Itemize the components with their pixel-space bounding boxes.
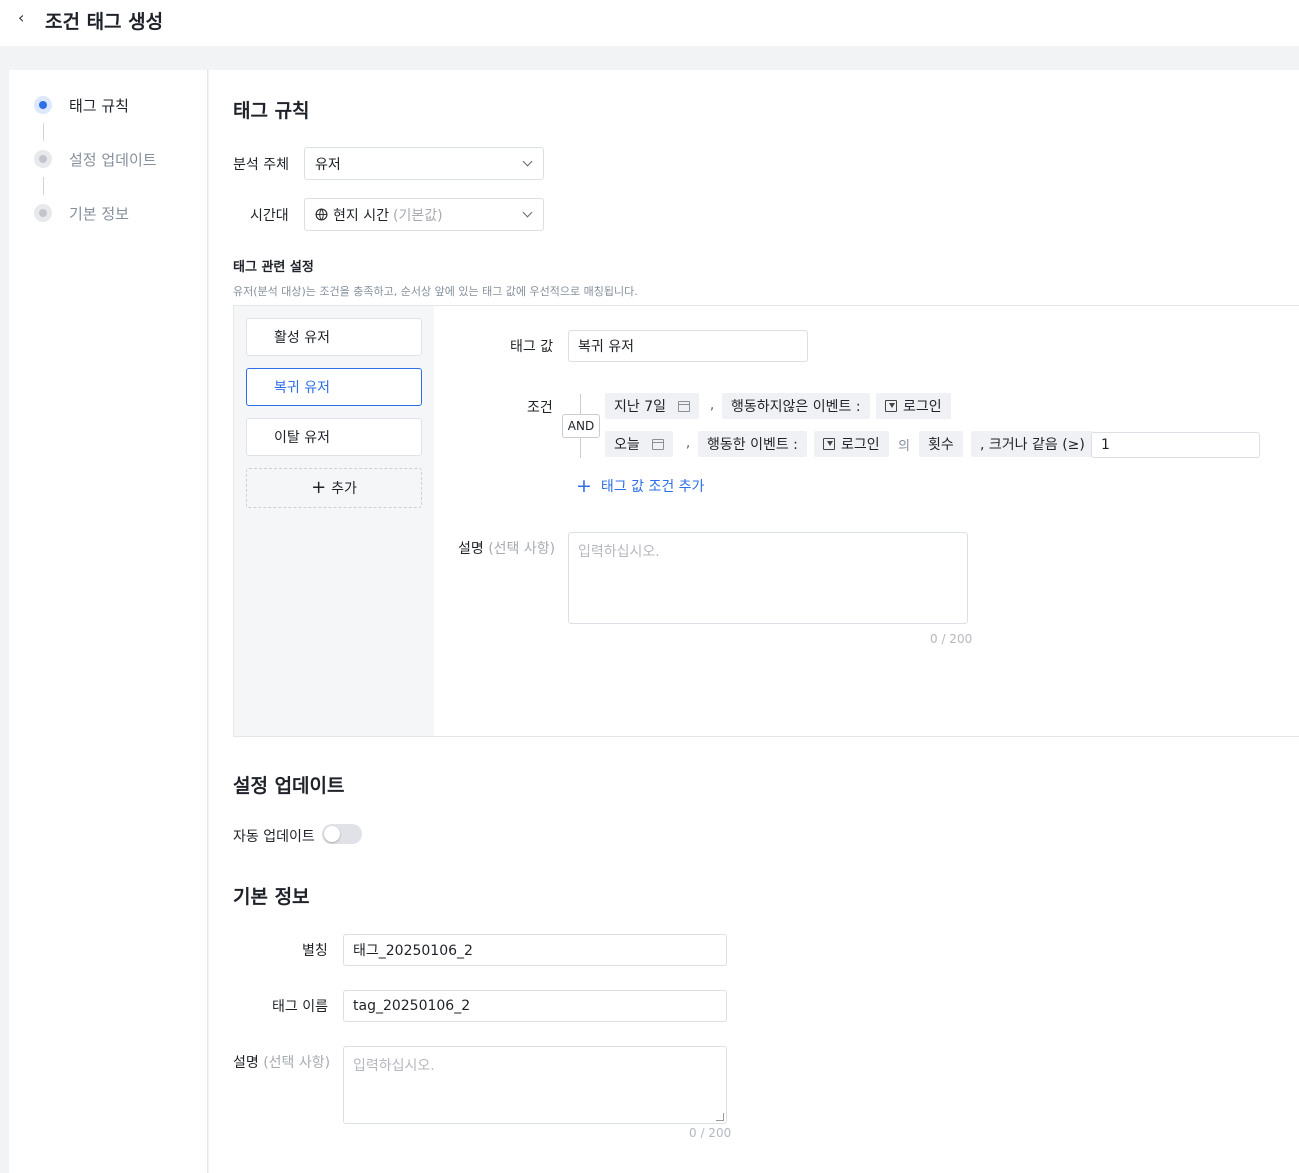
description-label: 설명 (선택 사항) bbox=[458, 538, 555, 558]
description-counter: 0 / 200 bbox=[930, 632, 973, 646]
step-dot bbox=[34, 150, 52, 168]
subject-select[interactable]: 유저 bbox=[304, 147, 544, 180]
chevron-down-icon bbox=[522, 207, 533, 218]
comma: , bbox=[686, 436, 691, 451]
add-condition-button[interactable]: + 태그 값 조건 추가 bbox=[576, 476, 704, 496]
step-update[interactable]: 설정 업데이트 bbox=[69, 149, 157, 170]
event-icon bbox=[885, 400, 897, 412]
tag-name-label: 태그 이름 bbox=[272, 999, 328, 1015]
alias-label: 별칭 bbox=[302, 943, 328, 959]
operator-chip[interactable]: , 크거나 같음 (≥) bbox=[971, 431, 1094, 457]
condition-value-input[interactable]: 1 bbox=[1091, 432, 1260, 458]
chevron-down-icon bbox=[522, 156, 533, 167]
event-name: 로그인 bbox=[841, 437, 880, 453]
date-range-chip[interactable]: 오늘 bbox=[605, 431, 673, 457]
add-condition-label: 태그 값 조건 추가 bbox=[600, 479, 705, 495]
event-type-chip[interactable]: 행동하지않은 이벤트 : bbox=[722, 393, 870, 419]
description-label-text: 설명 bbox=[233, 1055, 259, 1071]
event-type-chip[interactable]: 행동한 이벤트 : bbox=[698, 431, 807, 457]
step-sidebar bbox=[9, 70, 208, 1173]
event-chip[interactable]: 로그인 bbox=[876, 393, 951, 419]
event-name: 로그인 bbox=[903, 399, 942, 415]
section-title-tag-rule: 태그 규칙 bbox=[233, 100, 310, 122]
section-title-basic-info: 기본 정보 bbox=[233, 886, 310, 908]
auto-update-label: 자동 업데이트 bbox=[233, 829, 315, 845]
section-title-update: 설정 업데이트 bbox=[233, 775, 345, 797]
optional-hint: (선택 사항) bbox=[488, 541, 556, 557]
tag-value-item[interactable]: 이탈 유저 bbox=[246, 418, 422, 456]
step-basic-info[interactable]: 기본 정보 bbox=[69, 203, 129, 224]
tag-value-description-textarea[interactable]: 입력하십시오. bbox=[568, 532, 968, 624]
condition-label: 조건 bbox=[527, 400, 553, 416]
plus-icon: + bbox=[311, 477, 327, 498]
tag-name-input[interactable]: tag_20250106_2 bbox=[343, 990, 727, 1022]
basic-description-textarea[interactable]: 입력하십시오. bbox=[343, 1046, 727, 1124]
and-operator[interactable]: AND bbox=[562, 414, 600, 438]
step-connector bbox=[43, 177, 44, 195]
timezone-select[interactable]: 현지 시간 (기본값) bbox=[304, 198, 544, 231]
event-chip[interactable]: 로그인 bbox=[814, 431, 889, 457]
metric-chip[interactable]: 횟수 bbox=[919, 431, 963, 457]
calendar-icon bbox=[678, 400, 690, 412]
tag-value-input[interactable]: 복귀 유저 bbox=[568, 330, 808, 362]
subject-value: 유저 bbox=[315, 156, 341, 173]
optional-hint: (선택 사항) bbox=[263, 1055, 331, 1071]
calendar-icon bbox=[651, 438, 664, 450]
subject-label: 분석 주체 bbox=[233, 157, 289, 173]
and-bracket bbox=[580, 438, 581, 458]
add-label: 추가 bbox=[331, 481, 357, 497]
timezone-value: 현지 시간 bbox=[333, 207, 389, 224]
alias-input[interactable]: 태그_20250106_2 bbox=[343, 934, 727, 966]
page-title: 조건 태그 생성 bbox=[45, 11, 164, 33]
tag-value-label: 태그 값 bbox=[510, 339, 554, 355]
description-label-text: 설명 bbox=[458, 541, 484, 557]
and-bracket bbox=[580, 394, 581, 414]
step-dot-active bbox=[34, 96, 52, 114]
comma: , bbox=[710, 398, 715, 413]
timezone-label: 시간대 bbox=[250, 208, 289, 224]
step-connector bbox=[43, 123, 44, 141]
date-range-text: 오늘 bbox=[614, 437, 640, 453]
page-header bbox=[0, 0, 1299, 46]
date-range-chip[interactable]: 지난 7일 bbox=[605, 393, 699, 419]
plus-icon: + bbox=[576, 474, 592, 497]
of-text: 의 bbox=[898, 439, 910, 454]
basic-description-label: 설명 (선택 사항) bbox=[233, 1052, 330, 1072]
step-tag-rule[interactable]: 태그 규칙 bbox=[69, 95, 129, 116]
add-tag-value-button[interactable]: + 추가 bbox=[246, 468, 422, 508]
resize-handle[interactable] bbox=[716, 1113, 724, 1121]
tag-value-item[interactable]: 활성 유저 bbox=[246, 318, 422, 356]
step-dot bbox=[34, 204, 52, 222]
back-icon[interactable]: ‹ bbox=[18, 8, 24, 27]
timezone-hint: (기본값) bbox=[392, 207, 443, 224]
tag-settings-title: 태그 관련 설정 bbox=[233, 260, 314, 275]
tag-value-item-selected[interactable]: 복귀 유저 bbox=[246, 368, 422, 406]
date-range-text: 지난 7일 bbox=[614, 399, 666, 415]
placeholder-text: 입력하십시오. bbox=[353, 1058, 435, 1074]
globe-icon bbox=[315, 208, 328, 221]
event-icon bbox=[823, 438, 835, 450]
tag-settings-desc: 유저(분석 대상)는 조건을 충족하고, 순서상 앞에 있는 태그 값에 우선적… bbox=[233, 285, 638, 298]
basic-description-counter: 0 / 200 bbox=[689, 1126, 732, 1140]
auto-update-toggle[interactable] bbox=[322, 824, 362, 844]
